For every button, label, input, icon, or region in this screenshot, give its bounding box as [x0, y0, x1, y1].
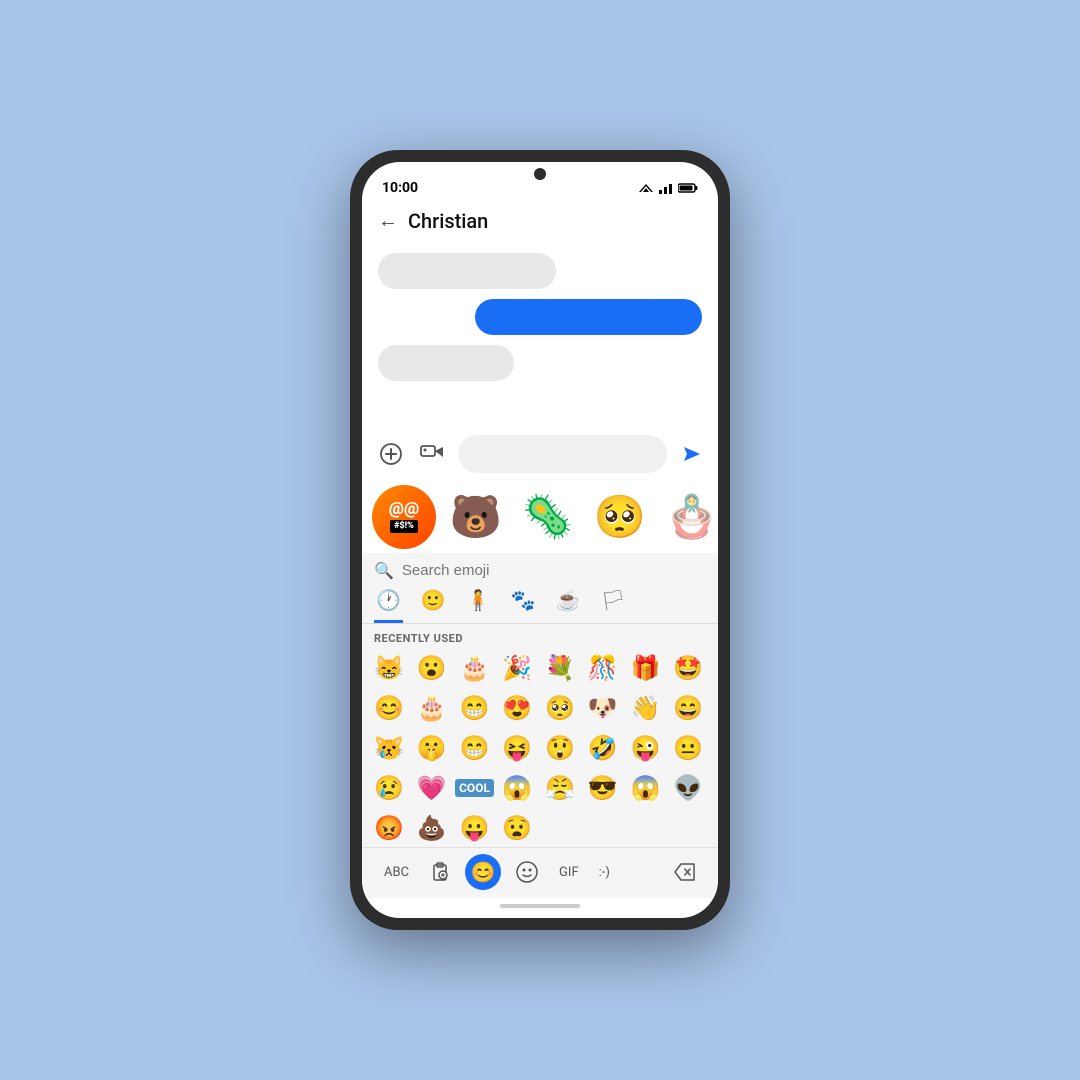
contact-name: Christian — [408, 209, 488, 233]
emoji-cell[interactable]: 😮 — [413, 649, 451, 687]
sticker-3[interactable]: 🦠 — [516, 485, 580, 549]
tab-smileys[interactable]: 🙂 — [419, 584, 448, 623]
message-bubble-received-2 — [378, 345, 514, 381]
emoji-cell[interactable]: 😿 — [370, 729, 408, 767]
emoji-cell[interactable]: 😧 — [498, 809, 536, 847]
sticker-button[interactable] — [509, 856, 545, 888]
emoji-cell[interactable]: 🐶 — [584, 689, 622, 727]
emoji-cell[interactable]: 😄 — [669, 689, 707, 727]
emoji-cell[interactable]: 😡 — [370, 809, 408, 847]
message-input[interactable] — [458, 435, 667, 473]
sticker-1[interactable]: @@ #$!% — [372, 485, 436, 549]
clipboard-icon — [429, 861, 451, 883]
emoji-cell[interactable]: 🤩 — [669, 649, 707, 687]
sticker-4[interactable]: 🥺 — [588, 485, 652, 549]
emoji-cell[interactable]: 🤣 — [584, 729, 622, 767]
emoji-category-tabs: 🕐 🙂 🧍 🐾 ☕ 🏳 — [362, 584, 718, 624]
emoji-cell[interactable]: COOL — [456, 769, 494, 807]
emoji-grid-recent: 😸 😮 🎂 🎉 💐 🎊 🎁 🤩 😊 🎂 😁 😍 🥺 🐶 👋 😄 😿 — [362, 649, 718, 847]
media-icon — [420, 443, 446, 465]
sticker-strip: @@ #$!% 🐻 🦠 🥺 🪆 — [362, 481, 718, 553]
home-bar — [500, 904, 580, 908]
emoji-cell[interactable]: 😱 — [498, 769, 536, 807]
emoji-cell[interactable]: 💐 — [541, 649, 579, 687]
emoji-search-input[interactable] — [402, 562, 706, 579]
input-bar — [362, 431, 718, 481]
media-button[interactable] — [416, 437, 450, 471]
clipboard-button[interactable] — [423, 857, 457, 887]
signal-icon — [658, 182, 674, 194]
emoji-cell[interactable]: 😱 — [627, 769, 665, 807]
message-bubble-sent — [475, 299, 702, 335]
back-button[interactable]: ← — [378, 208, 398, 233]
tab-animals[interactable]: 🐾 — [509, 584, 538, 623]
emoji-cell[interactable]: 😜 — [627, 729, 665, 767]
search-icon: 🔍 — [374, 561, 394, 580]
phone-screen: 10:00 — [362, 162, 718, 918]
tab-food[interactable]: ☕ — [554, 584, 583, 623]
tab-objects[interactable]: 🏳 — [599, 584, 628, 623]
emoji-cell[interactable]: 😸 — [370, 649, 408, 687]
emoji-cell[interactable]: 👽 — [669, 769, 707, 807]
status-time: 10:00 — [382, 180, 418, 196]
delete-button[interactable] — [666, 858, 702, 886]
emoji-cell[interactable]: 😎 — [584, 769, 622, 807]
wifi-icon — [638, 182, 654, 194]
emoji-keyboard: 🔍 🕐 🙂 🧍 🐾 ☕ 🏳 RECENTLY USED 😸 😮 🎂 🎉 💐 — [362, 553, 718, 898]
emoji-cell[interactable]: 🎂 — [456, 649, 494, 687]
phone-frame: 10:00 — [350, 150, 730, 930]
tab-recent[interactable]: 🕐 — [374, 584, 403, 623]
abc-button[interactable]: ABC — [378, 861, 415, 884]
notch — [534, 168, 546, 180]
emoji-search-area: 🔍 — [362, 553, 718, 584]
home-bar-area — [362, 898, 718, 918]
keyboard-bottom-bar: ABC 😊 — [362, 847, 718, 898]
section-label-recent: RECENTLY USED — [362, 624, 718, 649]
emoji-cell[interactable]: 🎉 — [498, 649, 536, 687]
sticker-2[interactable]: 🐻 — [444, 485, 508, 549]
emoji-cell[interactable]: 🎊 — [584, 649, 622, 687]
status-icons — [638, 182, 698, 194]
emoji-cell[interactable]: 👋 — [627, 689, 665, 727]
battery-icon — [678, 182, 698, 194]
message-bubble-received-1 — [378, 253, 556, 289]
emoji-cell[interactable]: 😁 — [456, 689, 494, 727]
delete-icon — [672, 862, 696, 882]
sticker-5[interactable]: 🪆 — [660, 485, 718, 549]
emoticon-button[interactable]: :-) — [593, 861, 616, 884]
emoji-cell[interactable]: 💩 — [413, 809, 451, 847]
emoji-cell[interactable]: 💗 — [413, 769, 451, 807]
sticker-icon — [515, 860, 539, 884]
plus-icon — [380, 443, 402, 465]
send-button[interactable] — [675, 437, 706, 471]
emoji-cell[interactable]: 😊 — [370, 689, 408, 727]
emoji-cell[interactable]: 😢 — [370, 769, 408, 807]
app-header: ← Christian — [362, 202, 718, 243]
emoji-cell[interactable]: 🤫 — [413, 729, 451, 767]
emoji-cell[interactable]: 😐 — [669, 729, 707, 767]
emoji-cell[interactable]: 😁 — [456, 729, 494, 767]
emoji-cell[interactable]: 🎁 — [627, 649, 665, 687]
messages-area — [362, 243, 718, 431]
emoji-cell[interactable]: 🎂 — [413, 689, 451, 727]
emoji-cell[interactable]: 😤 — [541, 769, 579, 807]
emoji-active-button[interactable]: 😊 — [465, 854, 501, 890]
emoji-cell[interactable]: 😛 — [456, 809, 494, 847]
emoji-cell[interactable]: 😍 — [498, 689, 536, 727]
gif-button[interactable]: GIF — [553, 861, 585, 884]
tab-people[interactable]: 🧍 — [464, 584, 493, 623]
emoji-cell[interactable]: 🥺 — [541, 689, 579, 727]
emoji-cell[interactable]: 😝 — [498, 729, 536, 767]
send-icon — [680, 443, 702, 465]
add-button[interactable] — [374, 437, 408, 471]
emoji-cell[interactable]: 😲 — [541, 729, 579, 767]
